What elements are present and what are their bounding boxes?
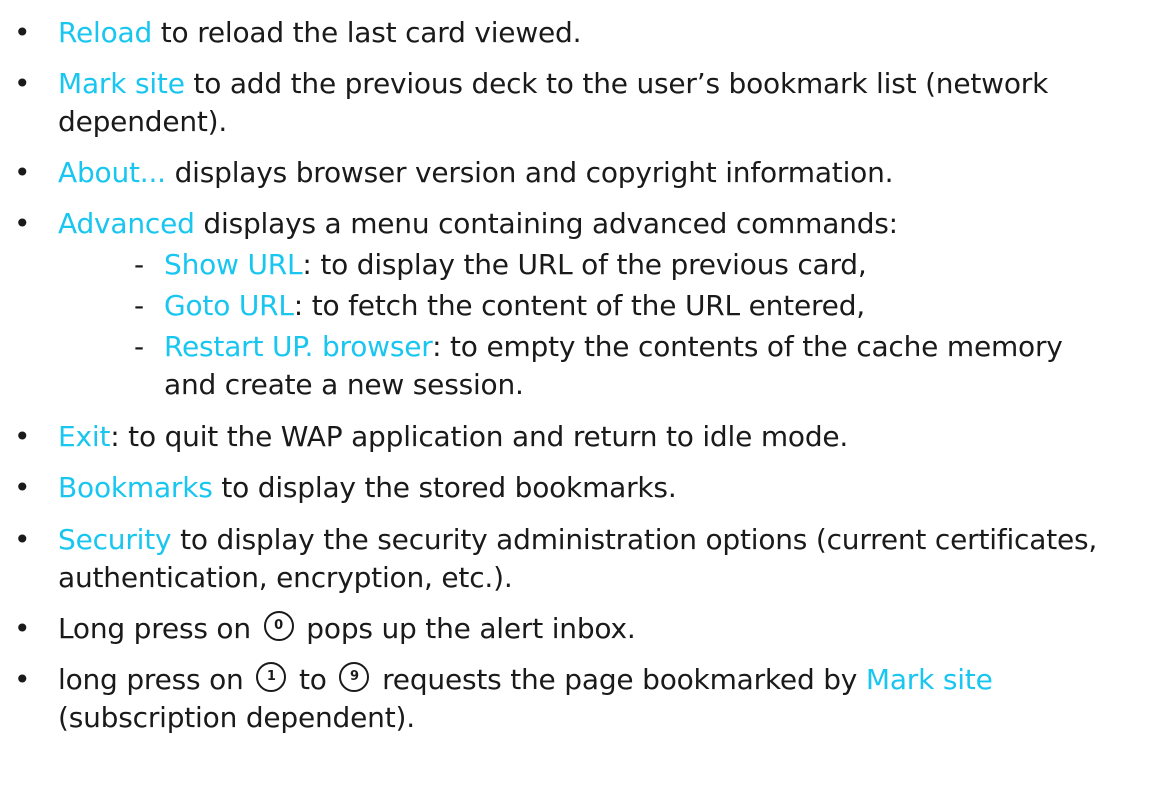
exit-keyword: Exit bbox=[58, 420, 111, 453]
security-keyword: Security bbox=[58, 523, 172, 556]
exit-description: : to quit the WAP application and return… bbox=[110, 420, 849, 453]
bullet: • bbox=[14, 612, 31, 645]
reload-description: to reload the last card viewed. bbox=[152, 16, 582, 49]
bookmarks-description: to display the stored bookmarks. bbox=[212, 471, 677, 504]
long-press-1-9-prefix: long press on bbox=[58, 663, 253, 696]
list-item-long-press-1-9: • long press on 1 to 9 requests the page… bbox=[14, 661, 993, 699]
dash: - bbox=[134, 289, 144, 322]
list-item-mark-site: • Mark site to add the previous deck to … bbox=[14, 65, 1048, 103]
list-item-about: • About... displays browser version and … bbox=[14, 154, 894, 192]
security-description: to display the security administration o… bbox=[171, 523, 1098, 556]
document-page: • Reload to reload the last card viewed.… bbox=[0, 0, 1158, 804]
bullet: • bbox=[14, 663, 31, 696]
advanced-description: displays a menu containing advanced comm… bbox=[194, 207, 898, 240]
long-press-0-prefix: Long press on bbox=[58, 612, 260, 645]
dash: - bbox=[134, 330, 144, 363]
restart-keyword: Restart UP. browser bbox=[164, 330, 433, 363]
mark-site-link-keyword: Mark site bbox=[865, 663, 993, 696]
about-description: displays browser version and copyright i… bbox=[165, 156, 894, 189]
bookmarks-keyword: Bookmarks bbox=[58, 471, 213, 504]
list-item-security: • Security to display the security admin… bbox=[14, 521, 1097, 559]
long-press-1-9-to: to bbox=[290, 663, 336, 696]
bullet: • bbox=[14, 156, 31, 189]
bullet: • bbox=[14, 207, 31, 240]
list-item-long-press-0: • Long press on 0 pops up the alert inbo… bbox=[14, 610, 636, 648]
list-item-bookmarks: • Bookmarks to display the stored bookma… bbox=[14, 469, 677, 507]
list-item-reload: • Reload to reload the last card viewed. bbox=[14, 14, 582, 52]
long-press-1-9-description: requests the page bookmarked by bbox=[373, 663, 866, 696]
goto-url-keyword: Goto URL bbox=[164, 289, 294, 322]
restart-continuation: and create a new session. bbox=[164, 368, 524, 401]
key-0-icon: 0 bbox=[263, 611, 294, 641]
key-9-icon: 9 bbox=[339, 662, 370, 692]
key-1-icon: 1 bbox=[256, 662, 287, 692]
about-keyword: About... bbox=[58, 156, 166, 189]
sub-item-show-url: - Show URL: to display the URL of the pr… bbox=[134, 246, 867, 284]
dash: - bbox=[134, 248, 144, 281]
restart-description: : to empty the contents of the cache mem… bbox=[432, 330, 1063, 363]
sub-item-goto-url: - Goto URL: to fetch the content of the … bbox=[134, 287, 865, 325]
advanced-keyword: Advanced bbox=[58, 207, 195, 240]
bullet: • bbox=[14, 67, 31, 100]
reload-keyword: Reload bbox=[58, 16, 153, 49]
list-item-exit: • Exit: to quit the WAP application and … bbox=[14, 418, 848, 456]
mark-site-description: to add the previous deck to the user’s b… bbox=[184, 67, 1049, 100]
goto-url-description: : to fetch the content of the URL entere… bbox=[293, 289, 865, 322]
mark-site-keyword: Mark site bbox=[58, 67, 185, 100]
mark-site-continuation: dependent). bbox=[58, 105, 228, 138]
sub-item-restart-browser: - Restart UP. browser: to empty the cont… bbox=[134, 328, 1063, 366]
bullet: • bbox=[14, 420, 31, 453]
show-url-keyword: Show URL bbox=[164, 248, 303, 281]
bullet: • bbox=[14, 523, 31, 556]
bullet: • bbox=[14, 471, 31, 504]
long-press-1-9-continuation: (subscription dependent). bbox=[58, 701, 415, 734]
long-press-0-description: pops up the alert inbox. bbox=[297, 612, 636, 645]
security-continuation: authentication, encryption, etc.). bbox=[58, 561, 513, 594]
bullet: • bbox=[14, 16, 31, 49]
list-item-advanced: • Advanced displays a menu containing ad… bbox=[14, 205, 898, 243]
show-url-description: : to display the URL of the previous car… bbox=[302, 248, 867, 281]
